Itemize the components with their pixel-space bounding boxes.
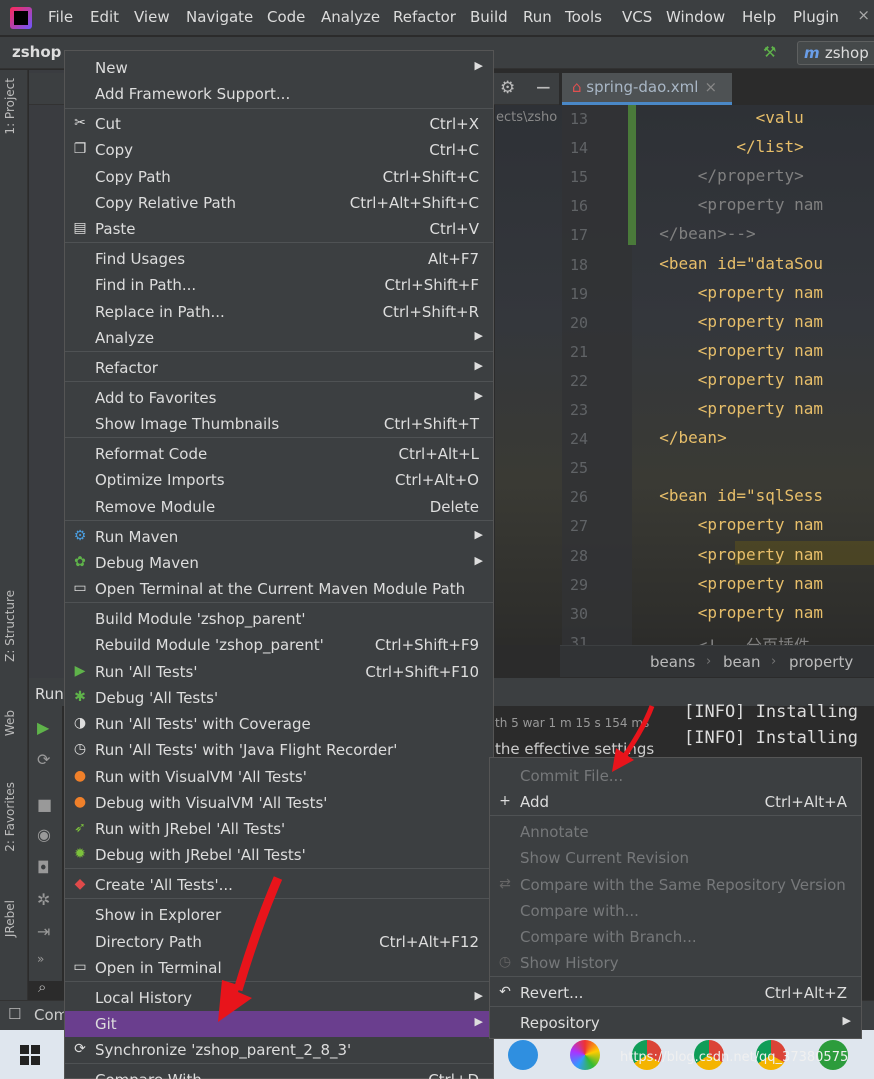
red-arrow-commit: [612, 705, 655, 772]
red-arrow-git: [218, 876, 283, 1022]
annotation-arrows: [218, 705, 655, 1022]
